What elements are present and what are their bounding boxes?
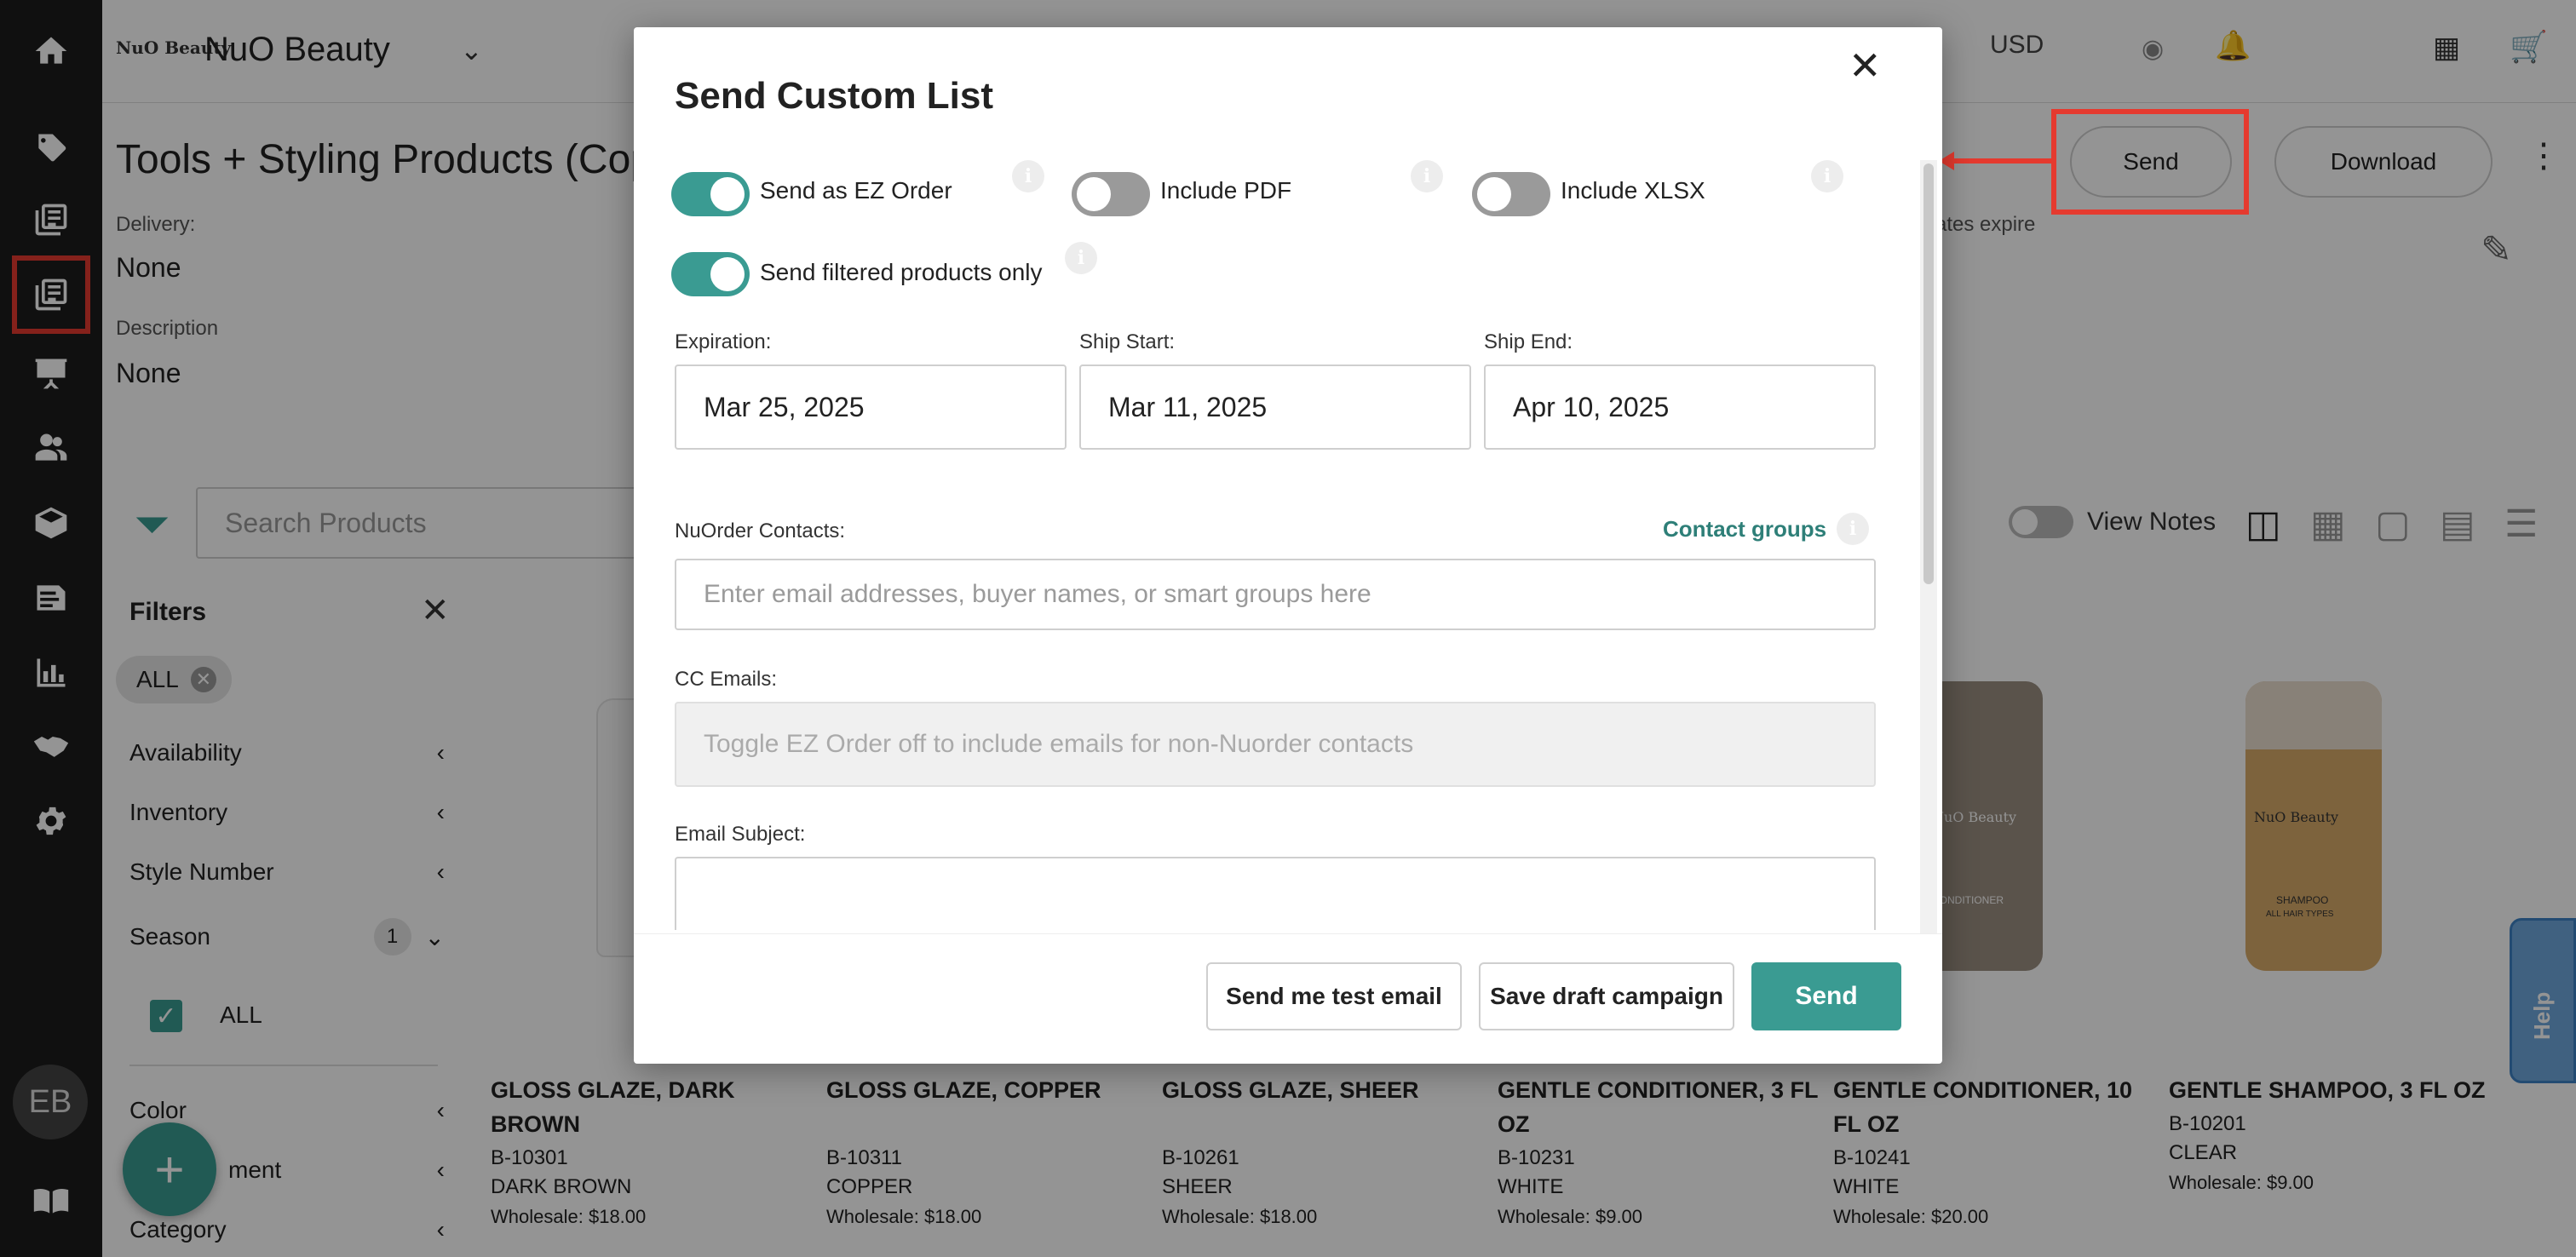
modal-scrollbar[interactable] (1920, 160, 1937, 961)
ship-start-label: Ship Start: (1079, 330, 1176, 353)
annotation-arrow (1951, 158, 2053, 164)
send-filtered-only-toggle[interactable] (671, 252, 750, 296)
email-subject-input[interactable] (675, 857, 1876, 930)
modal-title: Send Custom List (675, 75, 994, 117)
ship-end-label: Ship End: (1484, 330, 1573, 353)
expiration-label: Expiration: (675, 330, 772, 353)
save-draft-campaign-button[interactable]: Save draft campaign (1479, 962, 1734, 1030)
info-icon[interactable]: i (1411, 160, 1443, 192)
send-highlight-box (2051, 109, 2249, 215)
info-icon[interactable]: i (1811, 160, 1843, 192)
ship-end-date-field[interactable]: Apr 10, 2025 (1484, 364, 1876, 450)
send-test-email-button[interactable]: Send me test email (1206, 962, 1462, 1030)
include-xlsx-toggle[interactable] (1472, 172, 1550, 216)
email-subject-label: Email Subject: (675, 823, 806, 846)
modal-close-icon[interactable]: ✕ (1849, 43, 1882, 89)
cc-emails-input: Toggle EZ Order off to include emails fo… (675, 702, 1876, 787)
modal-send-button[interactable]: Send (1751, 962, 1901, 1030)
send-as-ez-order-toggle[interactable] (671, 172, 750, 216)
info-icon[interactable]: i (1012, 160, 1044, 192)
cc-emails-label: CC Emails: (675, 668, 778, 691)
send-as-ez-order-label: Send as EZ Order (760, 177, 952, 204)
contact-groups-link[interactable]: Contact groups (1663, 516, 1826, 542)
include-xlsx-label: Include XLSX (1561, 177, 1705, 204)
expiration-date-field[interactable]: Mar 25, 2025 (675, 364, 1067, 450)
info-icon[interactable]: i (1065, 242, 1097, 274)
scrollbar-thumb[interactable] (1923, 164, 1934, 584)
info-icon[interactable]: i (1837, 513, 1869, 545)
ship-start-date-field[interactable]: Mar 11, 2025 (1079, 364, 1471, 450)
include-pdf-toggle[interactable] (1072, 172, 1150, 216)
nuorder-contacts-label: NuOrder Contacts: (675, 519, 846, 542)
send-filtered-only-label: Send filtered products only (760, 259, 1043, 285)
include-pdf-label: Include PDF (1160, 177, 1292, 204)
send-custom-list-modal: Send Custom List ✕ Send as EZ Order i In… (634, 27, 1942, 1064)
nuorder-contacts-input[interactable]: Enter email addresses, buyer names, or s… (675, 559, 1876, 630)
